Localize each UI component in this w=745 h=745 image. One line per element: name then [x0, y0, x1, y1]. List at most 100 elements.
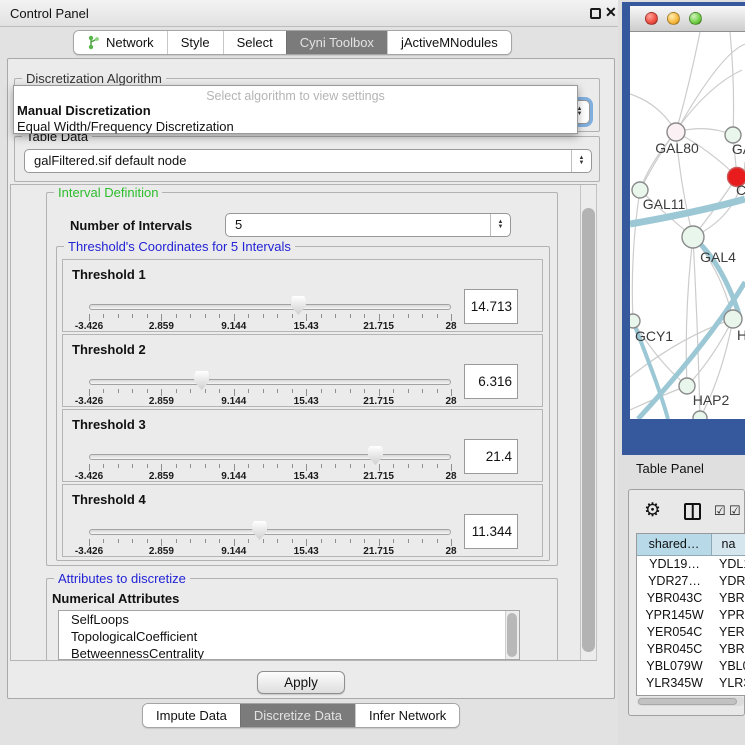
cell-shared-name[interactable]: YBR045C [637, 641, 712, 658]
menu-item-equal-width-frequency[interactable]: Equal Width/Frequency Discretization [16, 119, 575, 135]
tick-mark [205, 314, 206, 318]
list-item[interactable]: TopologicalCoefficient [59, 628, 519, 645]
list-scrollbar-thumb[interactable] [507, 613, 517, 657]
node-partial-bottom[interactable] [693, 411, 707, 419]
checkbox-icon[interactable]: ☑ [714, 503, 726, 519]
network-window-titlebar[interactable] [630, 6, 745, 32]
scale-label: 2.859 [149, 396, 174, 407]
threshold-slider[interactable]: -3.4262.8599.14415.4321.71528 [89, 335, 451, 408]
cell-name[interactable]: YPR1 [712, 607, 745, 624]
checkbox-icon[interactable]: ☑ [729, 503, 741, 519]
tick-mark [118, 539, 119, 543]
network-canvas[interactable]: GAL80 GA C GAL11 GAL4 GCY1 H HAP2 [630, 32, 745, 419]
cell-name[interactable]: YBR0 [712, 590, 745, 607]
slider-thumb[interactable] [291, 296, 306, 315]
table-row[interactable]: YLR345WYLR3 [637, 675, 745, 692]
cell-shared-name[interactable]: YLR345W [637, 675, 712, 692]
table-data-select[interactable]: galFiltered.sif default node ▲▼ [24, 149, 592, 173]
node-label: GAL11 [643, 196, 686, 212]
tab-discretize-data[interactable]: Discretize Data [240, 704, 355, 727]
horizontal-scrollbar-thumb[interactable] [638, 698, 737, 705]
group-title: Interval Definition [54, 185, 162, 200]
cell-name[interactable]: YDR2 [712, 573, 745, 590]
slider-thumb[interactable] [368, 446, 383, 465]
table-row[interactable]: YDR27…YDR2 [637, 573, 745, 590]
vertical-scrollbar-thumb[interactable] [582, 208, 595, 652]
tab-style[interactable]: Style [167, 31, 223, 54]
gear-icon[interactable]: ⚙ [644, 499, 661, 522]
column-header-name[interactable]: na [712, 534, 745, 555]
slider-track[interactable] [89, 304, 451, 310]
tab-select[interactable]: Select [223, 31, 286, 54]
cell-shared-name[interactable]: YBR043C [637, 590, 712, 607]
slider-track[interactable] [89, 454, 451, 460]
node-h[interactable] [724, 310, 742, 328]
list-item[interactable]: BetweennessCentrality [59, 645, 519, 660]
cell-name[interactable]: YER0 [712, 624, 745, 641]
tick-mark [103, 539, 104, 543]
tab-cyni-toolbox[interactable]: Cyni Toolbox [286, 31, 387, 54]
float-window-icon[interactable] [590, 8, 601, 19]
cell-shared-name[interactable]: YDR27… [637, 573, 712, 590]
table-row[interactable]: YBR043CYBR0 [637, 590, 745, 607]
tick-mark [248, 389, 249, 393]
table-row[interactable]: YBR045CYBR0 [637, 641, 745, 658]
tick-mark [118, 464, 119, 468]
tick-mark [89, 389, 90, 396]
threshold-value-field[interactable]: 14.713 [464, 289, 518, 324]
slider-thumb[interactable] [194, 371, 209, 390]
cell-shared-name[interactable]: YDL19… [637, 556, 712, 573]
threshold-value-field[interactable]: 21.4 [464, 439, 518, 474]
network-icon [87, 35, 100, 50]
table-row[interactable]: YDL19…YDL1 [637, 556, 745, 573]
list-item[interactable]: SelfLoops [59, 611, 519, 628]
threshold-value-field[interactable]: 6.316 [464, 364, 518, 399]
tick-mark [147, 314, 148, 318]
tab-impute-data[interactable]: Impute Data [143, 704, 240, 727]
cell-shared-name[interactable]: YBL079W [637, 658, 712, 675]
split-column-icon[interactable] [684, 503, 701, 520]
apply-button[interactable]: Apply [257, 671, 345, 694]
cell-shared-name[interactable]: YIL052C [637, 692, 712, 696]
threshold-slider[interactable]: -3.4262.8599.14415.4321.71528 [89, 485, 451, 558]
zoom-traffic-light-icon[interactable] [689, 12, 702, 25]
combo-stepper-icon[interactable]: ▲▼ [571, 150, 591, 172]
scale-label: 2.859 [149, 546, 174, 557]
tick-mark [132, 389, 133, 393]
threshold-value-field[interactable]: 11.344 [464, 514, 518, 549]
cell-name[interactable]: YLR3 [712, 675, 745, 692]
close-traffic-light-icon[interactable] [645, 12, 658, 25]
column-header-shared-name[interactable]: shared… [637, 534, 712, 555]
numerical-attributes-list[interactable]: SelfLoopsTopologicalCoefficientBetweenne… [58, 610, 520, 660]
menu-item-manual-discretization[interactable]: Manual Discretization [16, 103, 575, 119]
node-label: H [737, 327, 745, 343]
cell-name[interactable]: YBL0 [712, 658, 745, 675]
slider-track[interactable] [89, 379, 451, 385]
cell-name[interactable]: YBR0 [712, 641, 745, 658]
tick-mark [451, 314, 452, 321]
combo-stepper-icon[interactable]: ▲▼ [490, 214, 510, 236]
tab-network[interactable]: Network [74, 31, 167, 54]
threshold-slider[interactable]: -3.4262.8599.14415.4321.71528 [89, 410, 451, 483]
table-row[interactable]: YER054CYER0 [637, 624, 745, 641]
table-row[interactable]: YBL079WYBL0 [637, 658, 745, 675]
slider-track[interactable] [89, 529, 451, 535]
cell-shared-name[interactable]: YER054C [637, 624, 712, 641]
close-icon[interactable]: ✕ [605, 4, 617, 21]
tab-infer-network[interactable]: Infer Network [355, 704, 459, 727]
group-title: Discretization Algorithm [22, 71, 166, 86]
minimize-traffic-light-icon[interactable] [667, 12, 680, 25]
cell-shared-name[interactable]: YPR145W [637, 607, 712, 624]
tab-jactivemnodules[interactable]: jActiveMNodules [387, 31, 511, 54]
num-intervals-select[interactable]: 5 ▲▼ [225, 213, 511, 237]
node-gcy1[interactable] [630, 314, 640, 328]
table-row[interactable]: YPR145WYPR1 [637, 607, 745, 624]
cell-name[interactable]: YIL0 [712, 692, 745, 696]
table-row[interactable]: YIL052CYIL0 [637, 692, 745, 696]
node-label: HAP2 [693, 392, 730, 408]
slider-thumb[interactable] [252, 521, 267, 540]
node-gal80[interactable] [667, 123, 685, 141]
node-gal4[interactable] [682, 226, 704, 248]
cell-name[interactable]: YDL1 [712, 556, 745, 573]
threshold-slider[interactable]: -3.4262.8599.14415.4321.71528 [89, 260, 451, 333]
